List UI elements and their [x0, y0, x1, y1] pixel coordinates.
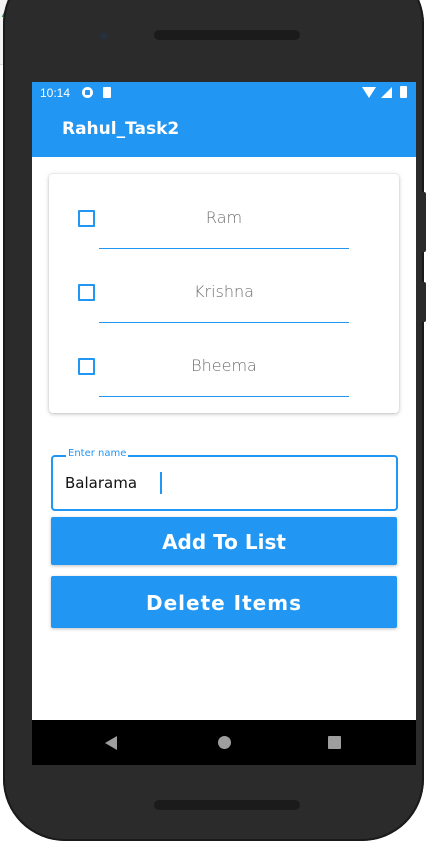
item-checkbox[interactable] — [78, 358, 95, 375]
item-checkbox[interactable] — [78, 284, 95, 301]
settings-sync-icon — [82, 87, 93, 98]
wifi-icon — [362, 87, 376, 98]
device-screen: 10:14 Rahul_Task2 Ram Krishna Bheema Ent… — [32, 82, 416, 765]
volume-button[interactable] — [421, 192, 426, 252]
bottom-speaker — [154, 800, 300, 810]
delete-items-button[interactable]: Delete Items — [51, 576, 397, 628]
list-item: Krishna — [49, 248, 399, 323]
name-field-label: Enter name — [66, 448, 129, 459]
name-input[interactable] — [65, 472, 365, 494]
item-label: Ram — [205, 208, 243, 227]
app-title: Rahul_Task2 — [62, 119, 180, 139]
app-bar: Rahul_Task2 — [32, 106, 416, 157]
recents-icon[interactable] — [328, 736, 341, 749]
item-checkbox[interactable] — [78, 210, 95, 227]
items-card: Ram Krishna Bheema — [49, 174, 399, 413]
front-camera — [100, 32, 108, 40]
text-cursor — [160, 472, 162, 494]
list-item: Bheema — [49, 322, 399, 397]
list-item: Ram — [49, 174, 399, 249]
home-icon[interactable] — [218, 736, 231, 749]
item-underline — [99, 396, 349, 397]
add-to-list-button[interactable]: Add To List — [51, 517, 397, 565]
navigation-bar — [32, 720, 416, 765]
signal-icon — [381, 87, 392, 98]
item-label: Bheema — [191, 356, 257, 375]
item-label: Krishna — [194, 282, 254, 301]
status-time: 10:14 — [40, 86, 71, 100]
earpiece-speaker — [154, 30, 300, 40]
battery-icon — [400, 86, 407, 98]
power-button[interactable] — [421, 282, 426, 322]
status-bar: 10:14 — [32, 82, 416, 106]
back-icon[interactable] — [105, 736, 117, 750]
name-field[interactable]: Enter name — [51, 448, 398, 511]
sd-card-icon — [103, 87, 111, 98]
